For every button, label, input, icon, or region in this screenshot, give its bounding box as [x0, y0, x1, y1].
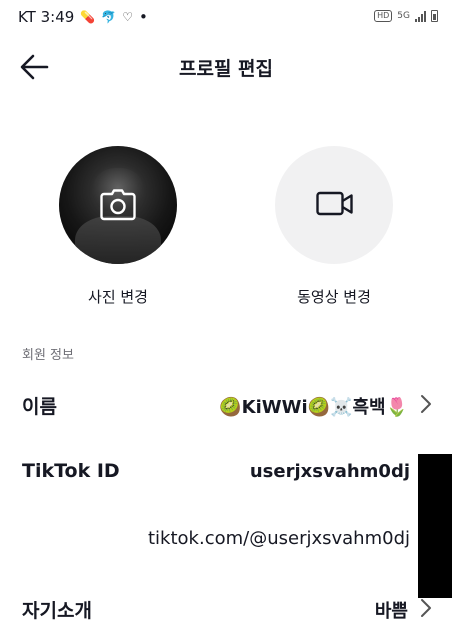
header: 프로필 편집 — [0, 34, 452, 100]
chevron-right-icon — [421, 395, 431, 413]
section-label-member-info: 회원 정보 — [22, 348, 74, 363]
redaction-bar — [418, 454, 452, 598]
profile-video[interactable] — [275, 146, 393, 264]
battery-icon — [431, 10, 438, 22]
chevron-right-icon — [421, 599, 431, 617]
profile-photo[interactable] — [59, 146, 177, 264]
tiktok-id-row[interactable]: TikTok ID userjxsvahm0dj — [0, 448, 452, 498]
name-value: 🥝KiWWi🥝☠️흑백🌷 — [219, 397, 408, 418]
signal-icon — [415, 10, 426, 22]
bio-value: 바쁨 — [374, 601, 408, 622]
heart-icon: ♡ — [122, 10, 133, 24]
video-camera-icon — [316, 191, 353, 216]
network-type: 5G — [397, 11, 410, 21]
video-change-block: 동영상 변경 — [254, 146, 414, 307]
tiktok-id-value: userjxsvahm0dj — [249, 461, 410, 482]
pill-icon: 💊 — [80, 10, 96, 24]
bio-row[interactable]: 자기소개 바쁨 — [0, 584, 452, 634]
hd-badge: HD — [374, 10, 393, 22]
notification-dot: • — [138, 8, 148, 26]
camera-icon — [100, 189, 136, 221]
status-bar: KT 3:49 💊 🐬 ♡ • HD 5G — [0, 0, 452, 34]
name-row[interactable]: 이름 🥝KiWWi🥝☠️흑백🌷 — [0, 380, 452, 430]
tiktok-id-label: TikTok ID — [22, 460, 120, 482]
status-left: KT 3:49 💊 🐬 ♡ • — [18, 8, 148, 26]
change-video-button[interactable]: 동영상 변경 — [254, 286, 414, 307]
photo-change-block: 사진 변경 — [38, 146, 198, 307]
app-notification-icon: 🐬 — [101, 10, 117, 24]
change-photo-button[interactable]: 사진 변경 — [38, 286, 198, 307]
page-title: 프로필 편집 — [178, 58, 273, 80]
bio-label: 자기소개 — [22, 600, 92, 622]
carrier-time: KT 3:49 — [18, 8, 75, 26]
profile-link[interactable]: tiktok.com/@userjxsvahm0dj — [148, 528, 410, 549]
status-right: HD 5G — [374, 10, 438, 22]
name-label: 이름 — [22, 396, 57, 418]
